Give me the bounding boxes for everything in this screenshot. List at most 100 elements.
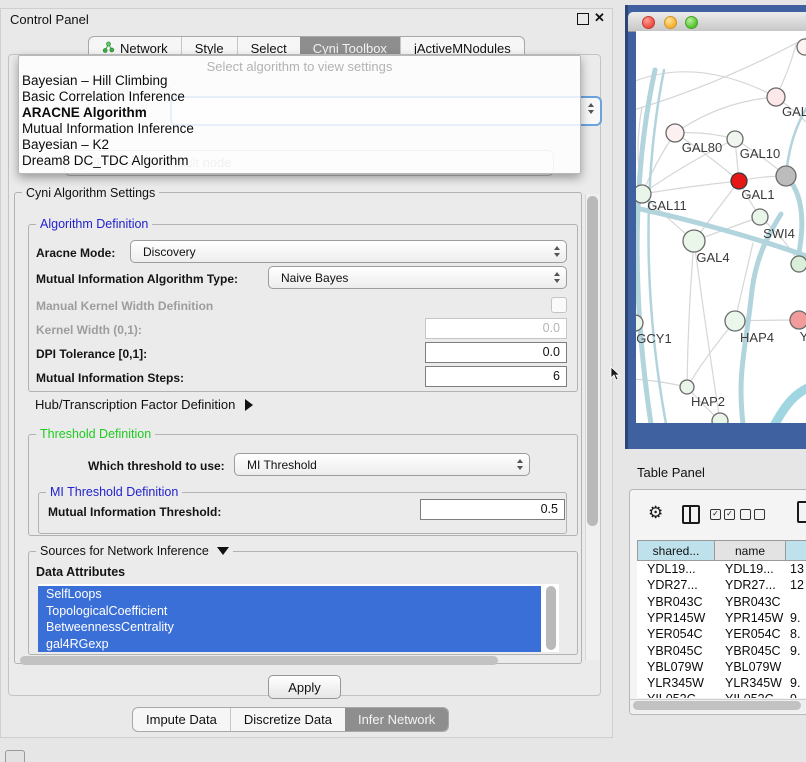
attribute-item-gal4rgexp[interactable]: gal4RGexp <box>38 636 541 653</box>
close-traffic-icon[interactable] <box>642 16 655 29</box>
attributes-scrollbar-thumb[interactable] <box>546 586 556 650</box>
attribute-item-topologicalcoefficient[interactable]: TopologicalCoefficient <box>38 603 541 620</box>
table-header: shared...name <box>637 540 806 561</box>
table-cell: YBR043C <box>647 594 725 610</box>
network-edge[interactable] <box>649 70 667 423</box>
algorithm-option-dream8-dc-tdc-algorithm[interactable]: Dream8 DC_TDC Algorithm <box>22 153 572 169</box>
network-node-hap2[interactable] <box>680 380 694 394</box>
table-hscrollbar-thumb[interactable] <box>633 701 801 710</box>
network-node[interactable] <box>791 256 806 272</box>
sources-group-header[interactable]: Sources for Network Inference <box>36 544 233 558</box>
network-node-label: GAL10 <box>740 146 780 161</box>
network-node-y[interactable] <box>790 311 806 329</box>
table-row[interactable]: YDR27...YDR27...12 <box>637 577 806 593</box>
table-cell: YLR345W <box>725 675 796 691</box>
tab-label: Infer Network <box>358 712 435 727</box>
checked-pair-icon[interactable]: ✓✓ <box>710 509 735 520</box>
settings-hscrollbar-thumb[interactable] <box>20 656 498 665</box>
table-row[interactable]: YBR045CYBR045C9. <box>637 643 806 659</box>
mi-threshold-input[interactable]: 0.5 <box>420 499 565 520</box>
attribute-item-betweennesscentrality[interactable]: BetweennessCentrality <box>38 619 541 636</box>
table-cell: YLR345W <box>647 675 725 691</box>
table-cell: YBL079W <box>647 659 725 675</box>
table-row[interactable]: YIL052CYIL052C9 <box>637 691 806 698</box>
table-cell: YPR145W <box>647 610 725 626</box>
table-row[interactable]: YBR043CYBR043C <box>637 594 806 610</box>
table-row[interactable]: YBL079WYBL079W <box>637 659 806 675</box>
algorithm-option-mutual-information-inference[interactable]: Mutual Information Inference <box>22 121 572 137</box>
gear-icon[interactable]: ⚙ <box>648 503 663 523</box>
apply-button[interactable]: Apply <box>268 675 341 699</box>
network-node-label: GAL11 <box>647 198 687 213</box>
network-edge[interactable] <box>775 386 806 423</box>
network-canvas[interactable]: GALGAL80GAL10GAL1GAL11SWI4GAL4GCY1HAP4YH… <box>636 31 806 423</box>
table-row[interactable]: YER054CYER054C8. <box>637 626 806 642</box>
network-node-gal10[interactable] <box>727 131 743 147</box>
network-node-label: HAP2 <box>691 394 725 409</box>
which-threshold-label: Which threshold to use: <box>88 459 225 473</box>
network-window-titlebar[interactable] <box>628 12 806 32</box>
minimize-traffic-icon[interactable] <box>664 16 677 29</box>
network-node-label: GAL1 <box>741 187 774 202</box>
grid-icon[interactable] <box>5 750 25 762</box>
network-edge[interactable] <box>741 290 752 423</box>
mi-steps-label: Mutual Information Steps: <box>36 371 184 385</box>
manual-kernel-label: Manual Kernel Width Definition <box>36 299 213 313</box>
mi-type-combobox[interactable]: Naive Bayes <box>268 266 567 289</box>
table-row[interactable]: YPR145WYPR145W9. <box>637 610 806 626</box>
algorithm-option-bayesian-k2[interactable]: Bayesian – K2 <box>22 137 572 153</box>
settings-scrollbar-thumb[interactable] <box>587 196 598 526</box>
which-threshold-combobox[interactable]: MI Threshold <box>234 453 530 476</box>
column-header-shared[interactable]: shared... <box>637 540 715 561</box>
kernel-width-input[interactable]: 0.0 <box>425 318 567 339</box>
tab-infer-network[interactable]: Infer Network <box>345 708 448 731</box>
table-cell: YDR27... <box>725 577 796 593</box>
network-edge[interactable] <box>687 241 694 387</box>
table-cell: 8. <box>790 626 806 642</box>
aracne-mode-combobox[interactable]: Discovery <box>130 240 567 263</box>
table-row[interactable]: YLR345WYLR345W9. <box>637 675 806 691</box>
column-header-2[interactable] <box>786 540 806 561</box>
network-node-label: GAL <box>782 104 806 119</box>
network-node[interactable] <box>797 39 806 55</box>
table-cell: YIL052C <box>725 691 796 698</box>
tab-impute-data[interactable]: Impute Data <box>133 708 230 731</box>
hub-definition-expander[interactable]: Hub/Transcription Factor Definition <box>35 397 253 412</box>
attribute-item-selfloops[interactable]: SelfLoops <box>38 586 541 603</box>
column-header-name[interactable]: name <box>715 540 786 561</box>
network-edge[interactable] <box>675 97 776 133</box>
dpi-tolerance-input[interactable]: 0.0 <box>425 342 567 363</box>
data-attributes-list: SelfLoopsTopologicalCoefficientBetweenne… <box>38 584 559 652</box>
zoom-traffic-icon[interactable] <box>685 16 698 29</box>
tab-label: Impute Data <box>146 712 217 727</box>
algorithm-option-basic-correlation-inference[interactable]: Basic Correlation Inference <box>22 89 572 105</box>
table-row[interactable]: YDL19...YDL19...13 <box>637 561 806 577</box>
network-node-gal4[interactable] <box>683 230 705 252</box>
spinner-arrows-icon <box>517 459 529 470</box>
float-icon[interactable] <box>577 13 589 25</box>
network-edge[interactable] <box>642 181 739 194</box>
network-edge[interactable] <box>642 133 675 194</box>
algorithm-option-aracne-algorithm[interactable]: ARACNE Algorithm <box>22 105 572 121</box>
unchecked-pair-icon[interactable] <box>740 509 765 520</box>
table-cell: 9 <box>790 691 806 698</box>
tab-discretize-data[interactable]: Discretize Data <box>230 708 345 731</box>
close-icon[interactable]: ✕ <box>594 10 605 26</box>
document-icon[interactable] <box>797 501 806 523</box>
network-node[interactable] <box>776 166 796 186</box>
mouse-cursor <box>610 366 622 382</box>
table-cell: 9. <box>790 643 806 659</box>
spinner-arrows-icon <box>554 246 566 257</box>
mi-steps-input[interactable]: 6 <box>425 366 567 387</box>
columns-icon[interactable] <box>682 505 700 524</box>
network-node-label: GAL80 <box>682 140 722 155</box>
network-edge[interactable] <box>687 321 735 387</box>
data-attributes-label: Data Attributes <box>36 565 125 579</box>
network-node-swi4[interactable] <box>752 209 768 225</box>
network-graph: GALGAL80GAL10GAL1GAL11SWI4GAL4GCY1HAP4YH… <box>636 31 806 423</box>
network-node[interactable] <box>712 413 728 423</box>
manual-kernel-checkbox[interactable] <box>551 297 567 313</box>
network-node-hap4[interactable] <box>725 311 745 331</box>
algorithm-option-bayesian-hill-climbing[interactable]: Bayesian – Hill Climbing <box>22 73 572 89</box>
network-node-label: SWI4 <box>763 226 795 241</box>
